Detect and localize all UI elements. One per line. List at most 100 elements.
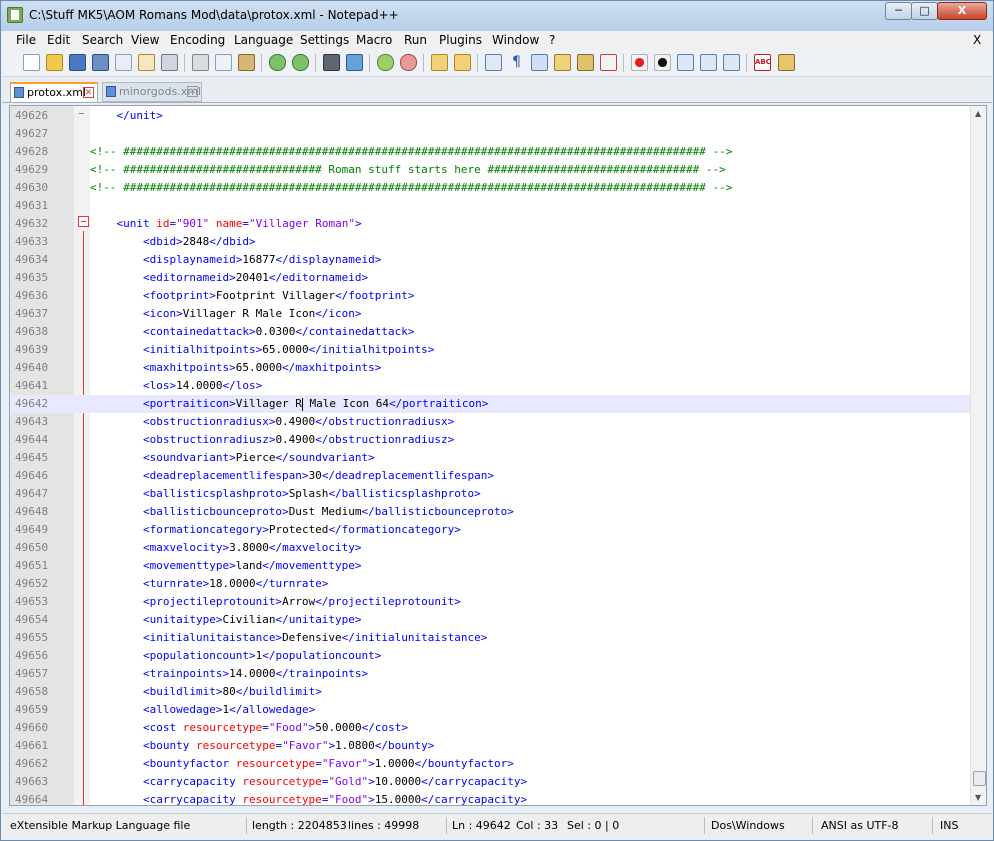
user-lang-icon[interactable]	[554, 54, 571, 71]
indent-guide-icon[interactable]	[531, 54, 548, 71]
paste-icon[interactable]	[238, 54, 255, 71]
code-line[interactable]: 49627	[10, 125, 970, 143]
code-line[interactable]: 49636 <footprint>Footprint Villager</foo…	[10, 287, 970, 305]
spell-check-options-icon[interactable]	[778, 54, 795, 71]
menu-plugins[interactable]: Plugins	[439, 33, 482, 47]
code-line[interactable]: 49647 <ballisticsplashproto>Splash</ball…	[10, 485, 970, 503]
menu-encoding[interactable]: Encoding	[170, 33, 225, 47]
code-line[interactable]: 49651 <movementtype>land</movementtype>	[10, 557, 970, 575]
code-line[interactable]: 49652 <turnrate>18.0000</turnrate>	[10, 575, 970, 593]
code-line[interactable]: 49637 <icon>Villager R Male Icon</icon>	[10, 305, 970, 323]
code-area[interactable]: 49626 </unit> 49627 49628 <!-- ############…	[10, 106, 970, 805]
code-line[interactable]: 49641 <los>14.0000</los>	[10, 377, 970, 395]
code-line[interactable]: 49629 <!-- ##############################…	[10, 161, 970, 179]
minimize-button[interactable]: ─	[885, 2, 912, 20]
code-line[interactable]: 49631	[10, 197, 970, 215]
code-line[interactable]: 49655 <initialunitaistance>Defensive</in…	[10, 629, 970, 647]
code-line[interactable]: 49658 <buildlimit>80</buildlimit>	[10, 683, 970, 701]
zoom-in-icon[interactable]	[377, 54, 394, 71]
record-macro-icon[interactable]	[631, 54, 648, 71]
menu-view[interactable]: View	[131, 33, 159, 47]
save-all-icon[interactable]	[92, 54, 109, 71]
code-line[interactable]: 49664 <carrycapacity resourcetype="Food"…	[10, 791, 970, 805]
code-line[interactable]: 49649 <formationcategory>Protected</form…	[10, 521, 970, 539]
save-macro-icon[interactable]	[723, 54, 740, 71]
code-line[interactable]: 49657 <trainpoints>14.0000</trainpoints>	[10, 665, 970, 683]
close-tab-icon[interactable]: ✕	[187, 86, 198, 97]
scroll-down-icon[interactable]: ▼	[975, 793, 981, 802]
editor-pane[interactable]: 49626 </unit> 49627 49628 <!-- ############…	[9, 105, 987, 806]
open-file-icon[interactable]	[46, 54, 63, 71]
maximize-button[interactable]: □	[911, 2, 938, 20]
code-line[interactable]: 49646 <deadreplacementlifespan>30</deadr…	[10, 467, 970, 485]
menu-run[interactable]: Run	[404, 33, 427, 47]
code-line[interactable]: 49638 <containedattack>0.0300</contained…	[10, 323, 970, 341]
new-file-icon[interactable]	[23, 54, 40, 71]
code-line[interactable]: 49644 <obstructionradiusz>0.4900</obstru…	[10, 431, 970, 449]
code-line[interactable]: 49654 <unitaitype>Civilian</unitaitype>	[10, 611, 970, 629]
print-icon[interactable]	[161, 54, 178, 71]
close-all-icon[interactable]	[138, 54, 155, 71]
menu-edit[interactable]: Edit	[47, 33, 70, 47]
code-line[interactable]: 49634 <displaynameid>16877</displaynamei…	[10, 251, 970, 269]
code-token: <deadreplacementlifespan>	[142, 469, 309, 482]
scroll-thumb[interactable]	[973, 771, 986, 786]
undo-icon[interactable]	[269, 54, 286, 71]
close-tab-icon[interactable]: ✕	[83, 87, 94, 98]
code-line[interactable]: 49633 <dbid>2848</dbid>	[10, 233, 970, 251]
title-bar[interactable]: C:\Stuff MK5\AOM Romans Mod\data\protox.…	[1, 1, 993, 31]
code-line[interactable]: 49650 <maxvelocity>3.8000</maxvelocity>	[10, 539, 970, 557]
code-line[interactable]: 49660 <cost resourcetype="Food">50.0000<…	[10, 719, 970, 737]
zoom-out-icon[interactable]	[400, 54, 417, 71]
code-line[interactable]: 49648 <ballisticbounceproto>Dust Medium<…	[10, 503, 970, 521]
menu-search[interactable]: Search	[82, 33, 123, 47]
code-line[interactable]: 49661 <bounty resourcetype="Favor">1.080…	[10, 737, 970, 755]
menu-help[interactable]: ?	[549, 33, 555, 47]
menu-window[interactable]: Window	[492, 33, 539, 47]
redo-icon[interactable]	[292, 54, 309, 71]
close-window-button[interactable]: X	[937, 2, 987, 20]
line-number: 49652	[15, 577, 49, 590]
find-icon[interactable]	[323, 54, 340, 71]
scroll-up-icon[interactable]: ▲	[975, 109, 981, 118]
code-line[interactable]: 49639 <initialhitpoints>65.0000</initial…	[10, 341, 970, 359]
spell-check-icon[interactable]: ABC	[754, 54, 771, 71]
replace-icon[interactable]	[346, 54, 363, 71]
code-line[interactable]: 49645 <soundvariant>Pierce</soundvariant…	[10, 449, 970, 467]
code-line[interactable]: 49662 <bountyfactor resourcetype="Favor"…	[10, 755, 970, 773]
stop-macro-icon[interactable]	[654, 54, 671, 71]
sync-v-icon[interactable]	[431, 54, 448, 71]
code-line[interactable]: 49656 <populationcount>1</populationcoun…	[10, 647, 970, 665]
save-icon[interactable]	[69, 54, 86, 71]
tab-protox[interactable]: protox.xml ✕	[10, 82, 98, 102]
function-list-icon[interactable]	[600, 54, 617, 71]
menu-macro[interactable]: Macro	[356, 33, 392, 47]
code-line[interactable]: 49643 <obstructionradiusx>0.4900</obstru…	[10, 413, 970, 431]
menu-settings[interactable]: Settings	[300, 33, 349, 47]
code-line[interactable]: 49653 <projectileprotounit>Arrow</projec…	[10, 593, 970, 611]
code-line[interactable]: 49640 <maxhitpoints>65.0000</maxhitpoint…	[10, 359, 970, 377]
code-line[interactable]: 49630 <!-- ##############################…	[10, 179, 970, 197]
code-line[interactable]: 49632 <unit id="901" name="Villager Roma…	[10, 215, 970, 233]
close-document-button[interactable]: X	[973, 33, 981, 47]
code-line[interactable]: 49663 <carrycapacity resourcetype="Gold"…	[10, 773, 970, 791]
menu-file[interactable]: File	[16, 33, 36, 47]
code-line[interactable]: 49659 <allowedage>1</allowedage>	[10, 701, 970, 719]
code-line[interactable]: 49628 <!-- ##############################…	[10, 143, 970, 161]
code-token: "Villager Roman"	[249, 217, 355, 230]
sync-h-icon[interactable]	[454, 54, 471, 71]
code-line[interactable]: 49635 <editornameid>20401</editornameid>	[10, 269, 970, 287]
play-macro-icon[interactable]	[677, 54, 694, 71]
word-wrap-icon[interactable]	[485, 54, 502, 71]
doc-map-icon[interactable]	[577, 54, 594, 71]
run-macro-multiple-icon[interactable]	[700, 54, 717, 71]
close-icon[interactable]	[115, 54, 132, 71]
cut-icon[interactable]	[192, 54, 209, 71]
copy-icon[interactable]	[215, 54, 232, 71]
vertical-scrollbar[interactable]: ▲ ▼	[970, 106, 986, 805]
code-line[interactable]: 49626 </unit>	[10, 107, 970, 125]
show-all-chars-icon[interactable]: ¶	[508, 54, 525, 71]
menu-language[interactable]: Language	[234, 33, 293, 47]
tab-minorgods[interactable]: minorgods.xml ✕	[102, 82, 202, 102]
code-line[interactable]: 49642 <portraiticon>Villager R Male Icon…	[10, 395, 970, 413]
